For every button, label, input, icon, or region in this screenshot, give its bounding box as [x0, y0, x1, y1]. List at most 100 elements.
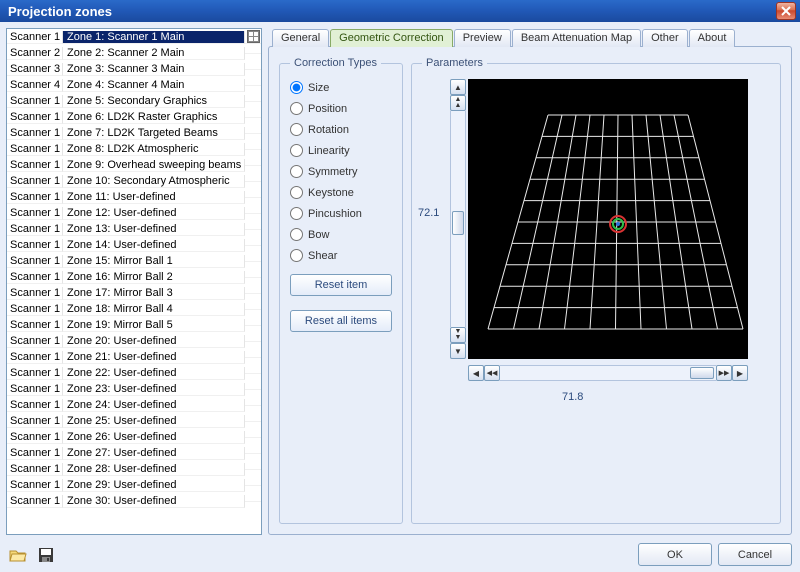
zone-name-cell: Zone 29: User-defined — [63, 479, 245, 492]
zone-row[interactable]: Scanner 1Zone 23: User-defined — [7, 381, 261, 397]
arrow-right-double-icon[interactable]: ▶▶ — [716, 365, 732, 381]
zone-name-cell: Zone 8: LD2K Atmospheric — [63, 143, 245, 156]
ok-button[interactable]: OK — [638, 543, 712, 566]
cancel-button[interactable]: Cancel — [718, 543, 792, 566]
horizontal-slider[interactable]: ◀ ◀◀ ▶▶ ▶ — [468, 365, 748, 381]
radio-pincushion[interactable] — [290, 207, 303, 220]
zone-row[interactable]: Scanner 1Zone 30: User-defined — [7, 493, 261, 509]
zone-row[interactable]: Scanner 1Zone 19: Mirror Ball 5 — [7, 317, 261, 333]
zone-grid-icon — [245, 53, 261, 54]
zone-name-cell: Zone 6: LD2K Raster Graphics — [63, 111, 245, 124]
open-file-button[interactable] — [6, 544, 30, 566]
geometry-preview[interactable] — [468, 79, 748, 359]
correction-option-size[interactable]: Size — [290, 77, 392, 98]
zone-row[interactable]: Scanner 1Zone 13: User-defined — [7, 221, 261, 237]
correction-option-shear[interactable]: Shear — [290, 245, 392, 266]
zone-row[interactable]: Scanner 4Zone 4: Scanner 4 Main — [7, 77, 261, 93]
zone-scanner-cell: Scanner 1 — [7, 399, 63, 412]
zone-row[interactable]: Scanner 1Zone 7: LD2K Targeted Beams — [7, 125, 261, 141]
zone-grid-icon — [245, 245, 261, 246]
zone-scanner-cell: Scanner 1 — [7, 447, 63, 460]
tab-preview[interactable]: Preview — [454, 29, 511, 47]
zone-row[interactable]: Scanner 1Zone 25: User-defined — [7, 413, 261, 429]
radio-bow[interactable] — [290, 228, 303, 241]
zone-grid-icon — [245, 277, 261, 278]
radio-position[interactable] — [290, 102, 303, 115]
zone-row[interactable]: Scanner 1Zone 1: Scanner 1 Main — [7, 29, 261, 45]
correction-option-pincushion[interactable]: Pincushion — [290, 203, 392, 224]
reset-item-button[interactable]: Reset item — [290, 274, 392, 296]
horizontal-thumb[interactable] — [690, 367, 714, 379]
zone-row[interactable]: Scanner 1Zone 10: Secondary Atmospheric — [7, 173, 261, 189]
zone-row[interactable]: Scanner 1Zone 8: LD2K Atmospheric — [7, 141, 261, 157]
zone-row[interactable]: Scanner 1Zone 16: Mirror Ball 2 — [7, 269, 261, 285]
correction-types-legend: Correction Types — [290, 57, 381, 69]
vertical-thumb[interactable] — [452, 211, 464, 235]
zone-row[interactable]: Scanner 1Zone 12: User-defined — [7, 205, 261, 221]
zone-list[interactable]: Scanner 1Zone 1: Scanner 1 MainScanner 2… — [6, 28, 262, 535]
zone-row[interactable]: Scanner 1Zone 6: LD2K Raster Graphics — [7, 109, 261, 125]
zone-name-cell: Zone 14: User-defined — [63, 239, 245, 252]
bottom-bar: OK Cancel — [6, 535, 792, 566]
zone-row[interactable]: Scanner 1Zone 27: User-defined — [7, 445, 261, 461]
zone-row[interactable]: Scanner 1Zone 28: User-defined — [7, 461, 261, 477]
radio-shear[interactable] — [290, 249, 303, 262]
correction-option-keystone[interactable]: Keystone — [290, 182, 392, 203]
zone-row[interactable]: Scanner 1Zone 22: User-defined — [7, 365, 261, 381]
zone-name-cell: Zone 12: User-defined — [63, 207, 245, 220]
radio-symmetry[interactable] — [290, 165, 303, 178]
correction-option-position[interactable]: Position — [290, 98, 392, 119]
zone-name-cell: Zone 16: Mirror Ball 2 — [63, 271, 245, 284]
zone-row[interactable]: Scanner 2Zone 2: Scanner 2 Main — [7, 45, 261, 61]
zone-scanner-cell: Scanner 1 — [7, 191, 63, 204]
zone-row[interactable]: Scanner 1Zone 26: User-defined — [7, 429, 261, 445]
zone-row[interactable]: Scanner 3Zone 3: Scanner 3 Main — [7, 61, 261, 77]
correction-option-bow[interactable]: Bow — [290, 224, 392, 245]
zone-name-cell: Zone 18: Mirror Ball 4 — [63, 303, 245, 316]
zone-row[interactable]: Scanner 1Zone 24: User-defined — [7, 397, 261, 413]
radio-size[interactable] — [290, 81, 303, 94]
tab-geometric-correction[interactable]: Geometric Correction — [330, 29, 453, 47]
radio-linearity[interactable] — [290, 144, 303, 157]
arrow-down-icon[interactable]: ▼ — [450, 343, 466, 359]
zone-row[interactable]: Scanner 1Zone 21: User-defined — [7, 349, 261, 365]
zone-row[interactable]: Scanner 1Zone 9: Overhead sweeping beams — [7, 157, 261, 173]
zone-row[interactable]: Scanner 1Zone 18: Mirror Ball 4 — [7, 301, 261, 317]
tab-about[interactable]: About — [689, 29, 736, 47]
zone-row[interactable]: Scanner 1Zone 29: User-defined — [7, 477, 261, 493]
correction-option-symmetry[interactable]: Symmetry — [290, 161, 392, 182]
tab-other[interactable]: Other — [642, 29, 688, 47]
zone-grid-icon — [245, 101, 261, 102]
zone-scanner-cell: Scanner 1 — [7, 31, 63, 44]
arrow-right-icon[interactable]: ▶ — [732, 365, 748, 381]
arrow-up-double-icon[interactable]: ▲▲ — [450, 95, 466, 111]
zone-row[interactable]: Scanner 1Zone 5: Secondary Graphics — [7, 93, 261, 109]
zone-name-cell: Zone 4: Scanner 4 Main — [63, 79, 245, 92]
zone-scanner-cell: Scanner 1 — [7, 303, 63, 316]
zone-name-cell: Zone 19: Mirror Ball 5 — [63, 319, 245, 332]
arrow-left-double-icon[interactable]: ◀◀ — [484, 365, 500, 381]
zone-row[interactable]: Scanner 1Zone 14: User-defined — [7, 237, 261, 253]
zone-row[interactable]: Scanner 1Zone 11: User-defined — [7, 189, 261, 205]
save-file-button[interactable] — [34, 544, 58, 566]
zone-scanner-cell: Scanner 4 — [7, 79, 63, 92]
correction-option-linearity[interactable]: Linearity — [290, 140, 392, 161]
zone-name-cell: Zone 25: User-defined — [63, 415, 245, 428]
vertical-slider[interactable]: ▲ ▲▲ ▼▼ ▼ — [450, 79, 466, 359]
zone-grid-icon — [245, 133, 261, 134]
reset-all-button[interactable]: Reset all items — [290, 310, 392, 332]
close-button[interactable] — [776, 2, 796, 20]
zone-row[interactable]: Scanner 1Zone 15: Mirror Ball 1 — [7, 253, 261, 269]
arrow-up-icon[interactable]: ▲ — [450, 79, 466, 95]
zone-row[interactable]: Scanner 1Zone 17: Mirror Ball 3 — [7, 285, 261, 301]
correction-option-rotation[interactable]: Rotation — [290, 119, 392, 140]
arrow-down-double-icon[interactable]: ▼▼ — [450, 327, 466, 343]
radio-keystone[interactable] — [290, 186, 303, 199]
zone-name-cell: Zone 2: Scanner 2 Main — [63, 47, 245, 60]
zone-name-cell: Zone 13: User-defined — [63, 223, 245, 236]
zone-row[interactable]: Scanner 1Zone 20: User-defined — [7, 333, 261, 349]
tab-beam-attenuation[interactable]: Beam Attenuation Map — [512, 29, 641, 47]
arrow-left-icon[interactable]: ◀ — [468, 365, 484, 381]
tab-general[interactable]: General — [272, 29, 329, 47]
radio-rotation[interactable] — [290, 123, 303, 136]
